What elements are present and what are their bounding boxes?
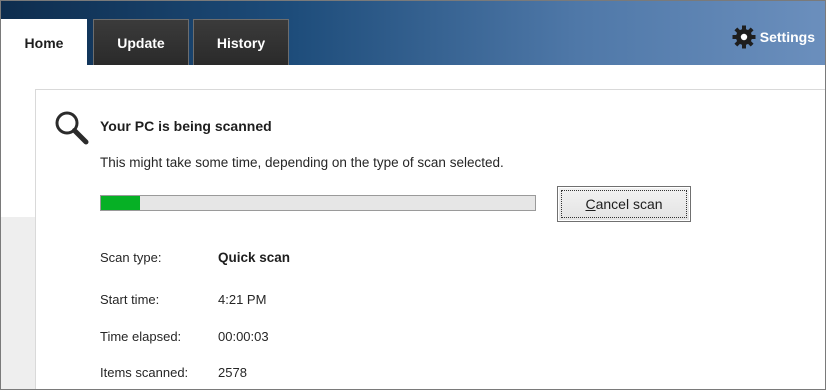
- main-content: Your PC is being scanned This might take…: [1, 65, 825, 389]
- items-scanned-label: Items scanned:: [100, 365, 189, 380]
- scan-description: This might take some time, depending on …: [100, 155, 504, 170]
- tab-history[interactable]: History: [193, 19, 289, 65]
- tab-history-label: History: [216, 34, 266, 51]
- scan-type-label: Scan type:: [100, 250, 162, 265]
- detail-row-start-time: Start time: 4:21 PM: [100, 292, 266, 307]
- left-shade: [1, 217, 35, 389]
- tab-home[interactable]: Home: [1, 19, 87, 65]
- tab-home-label: Home: [24, 34, 64, 51]
- start-time-value: 4:21 PM: [218, 292, 267, 307]
- detail-row-scan-type: Scan type: Quick scan: [100, 250, 290, 265]
- scan-title: Your PC is being scanned: [100, 118, 272, 134]
- focus-rectangle: [561, 190, 687, 218]
- scan-type-value: Quick scan: [218, 250, 291, 265]
- gear-icon: [732, 25, 756, 49]
- app-window: Home Update History Settings Your PC is …: [0, 0, 826, 390]
- header-bar: Home Update History Settings: [1, 1, 825, 65]
- items-scanned-value: 2578: [218, 365, 247, 380]
- start-time-label: Start time:: [100, 292, 160, 307]
- tab-update-label: Update: [117, 34, 165, 51]
- scan-progress-fill: [101, 196, 141, 210]
- settings-button[interactable]: Settings: [732, 25, 815, 49]
- scan-panel: Your PC is being scanned This might take…: [35, 89, 825, 389]
- settings-label: Settings: [759, 29, 815, 45]
- time-elapsed-value: 00:00:03: [218, 329, 269, 344]
- time-elapsed-label: Time elapsed:: [100, 329, 182, 344]
- detail-row-items-scanned: Items scanned: 2578: [100, 365, 247, 380]
- magnifier-icon: [52, 108, 92, 148]
- cancel-scan-button[interactable]: Cancel scan: [557, 186, 691, 222]
- detail-row-time-elapsed: Time elapsed: 00:00:03: [100, 329, 269, 344]
- tab-update[interactable]: Update: [93, 19, 189, 65]
- scan-progress-bar: [100, 195, 536, 211]
